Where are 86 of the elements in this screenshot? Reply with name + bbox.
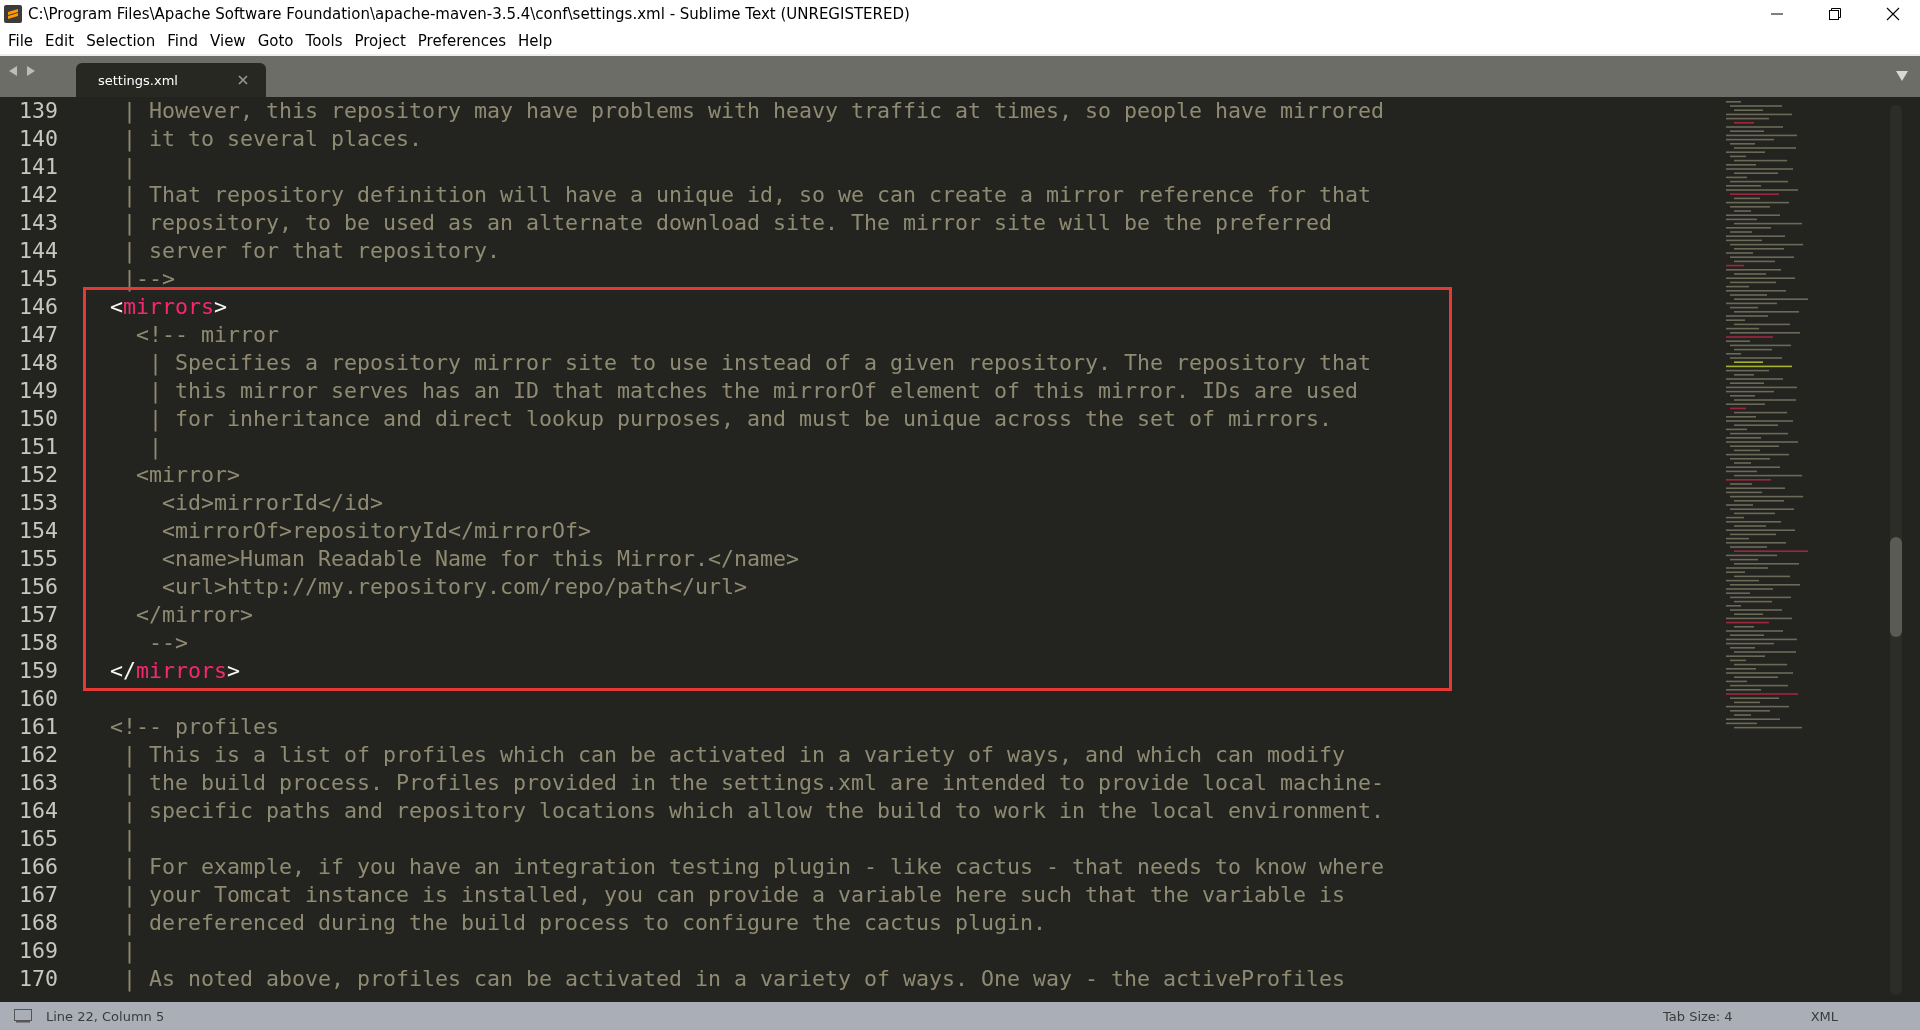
code-line: | the build process. Profiles provided in the settings.xml are intended to provide local machine- <box>122 770 1385 795</box>
code-line: | However, this repository may have problems with heavy traffic at times, so people have mirrored <box>122 98 1385 123</box>
code-line: <mirrorOf>repositoryId</mirrorOf> <box>161 518 592 543</box>
window-title: C:\Program Files\Apache Software Foundation\apache-maven-3.5.4\conf\settings.xml - Sublime Text (UNREGISTERED) <box>28 5 911 23</box>
menu-item[interactable]: Project <box>348 32 412 50</box>
menu-item[interactable]: Edit <box>39 32 81 50</box>
menu-item[interactable]: Preferences <box>411 32 513 50</box>
code-line: | dereferenced during the build process to configure the cactus plugin. <box>122 910 1047 935</box>
line-number: 154 <box>19 518 58 543</box>
code-line: | That repository definition will have a unique id, so we can create a mirror reference for that <box>122 182 1372 207</box>
file-tab[interactable]: settings.xml <box>76 63 266 97</box>
line-number: 157 <box>19 602 58 627</box>
menu-item[interactable]: Find <box>161 32 205 50</box>
line-number: 155 <box>19 546 58 571</box>
line-number: 139 <box>19 98 58 123</box>
line-number: 168 <box>19 910 58 935</box>
menu-item[interactable]: Tools <box>299 32 349 50</box>
back-arrow-icon[interactable] <box>8 65 18 77</box>
menu-item[interactable]: View <box>204 32 252 50</box>
code-line: | <box>148 434 162 459</box>
code-line: <mirror> <box>135 462 240 487</box>
code-line: | your Tomcat instance is installed, you can provide a variable here such that the variable is <box>122 882 1346 907</box>
code-line: | <box>122 938 136 963</box>
line-number: 160 <box>19 686 58 711</box>
code-line: | Specifies a repository mirror site to use instead of a given repository. The repository that <box>148 350 1372 375</box>
tab-size-setting[interactable]: Tab Size: 4 <box>1663 1008 1733 1024</box>
line-number: 145 <box>19 266 58 291</box>
line-number: 161 <box>19 714 58 739</box>
code-line: | <box>122 154 136 179</box>
code-line: | for inheritance and direct lookup purposes, and must be unique across the set of mirrors. <box>148 406 1333 431</box>
code-line: <url>http://my.repository.com/repo/path</url> <box>161 574 748 599</box>
menu-item[interactable]: Help <box>512 32 559 50</box>
line-number: 146 <box>19 294 58 319</box>
syntax-setting[interactable]: XML <box>1810 1008 1838 1024</box>
line-number: 143 <box>19 210 58 235</box>
code-line: | server for that repository. <box>122 238 501 263</box>
line-number: 169 <box>19 938 58 963</box>
line-number: 170 <box>19 966 58 991</box>
code-line: </mirror> <box>135 602 253 627</box>
code-line: |--> <box>122 266 175 291</box>
scrollbar-thumb[interactable] <box>1890 537 1902 637</box>
line-number: 148 <box>19 350 58 375</box>
line-number: 164 <box>19 798 58 823</box>
line-number: 144 <box>19 238 58 263</box>
code-line: | repository, to be used as an alternate download site. The mirror site will be the preferred <box>122 210 1333 235</box>
code-line: | <box>122 826 136 851</box>
line-number: 163 <box>19 770 58 795</box>
code-line: | For example, if you have an integration testing plugin - like cactus - that needs to know where <box>122 854 1385 879</box>
code-line: <!-- mirror <box>135 322 279 347</box>
panel-icon[interactable] <box>14 1009 32 1023</box>
line-number: 156 <box>19 574 58 599</box>
line-number: 149 <box>19 378 58 403</box>
line-number: 167 <box>19 882 58 907</box>
line-number: 142 <box>19 182 58 207</box>
code-line: --> <box>148 630 188 655</box>
code-line: | specific paths and repository locations which allow the build to work in the local environment. <box>122 798 1385 823</box>
line-number: 159 <box>19 658 58 683</box>
line-number: 166 <box>19 854 58 879</box>
line-number: 165 <box>19 826 58 851</box>
restore-icon[interactable] <box>1828 7 1842 21</box>
line-number: 141 <box>19 154 58 179</box>
code-line: <!-- profiles <box>110 714 279 739</box>
line-number: 140 <box>19 126 58 151</box>
line-number: 147 <box>19 322 58 347</box>
cursor-position: Line 22, Column 5 <box>46 1008 165 1024</box>
line-number: 153 <box>19 490 58 515</box>
close-icon[interactable] <box>1886 7 1900 21</box>
line-number: 150 <box>19 406 58 431</box>
code-line: | This is a list of profiles which can be activated in a variety of ways, and which can modify <box>122 742 1346 767</box>
code-line: | this mirror serves has an ID that matches the mirrorOf element of this mirror. IDs are used <box>148 378 1359 403</box>
code-line: <id>mirrorId</id> <box>161 490 383 515</box>
line-number: 162 <box>19 742 58 767</box>
code-line: <name>Human Readable Name for this Mirror.</name> <box>161 546 800 571</box>
line-number: 152 <box>19 462 58 487</box>
dropdown-triangle-icon[interactable] <box>1896 71 1908 81</box>
menu-item[interactable]: File <box>2 32 40 50</box>
app-logo-icon <box>4 5 22 23</box>
forward-arrow-icon[interactable] <box>26 65 36 77</box>
line-number: 158 <box>19 630 58 655</box>
line-number: 151 <box>19 434 58 459</box>
code-line: | As noted above, profiles can be activated in a variety of ways. One way - the activeProfiles <box>122 966 1346 991</box>
menu-item[interactable]: Selection <box>80 32 162 50</box>
menu-item[interactable]: Goto <box>251 32 300 50</box>
code-line: <mirrors> <box>110 294 228 319</box>
code-line: </mirrors> <box>110 658 241 683</box>
code-line: | it to several places. <box>122 126 422 151</box>
